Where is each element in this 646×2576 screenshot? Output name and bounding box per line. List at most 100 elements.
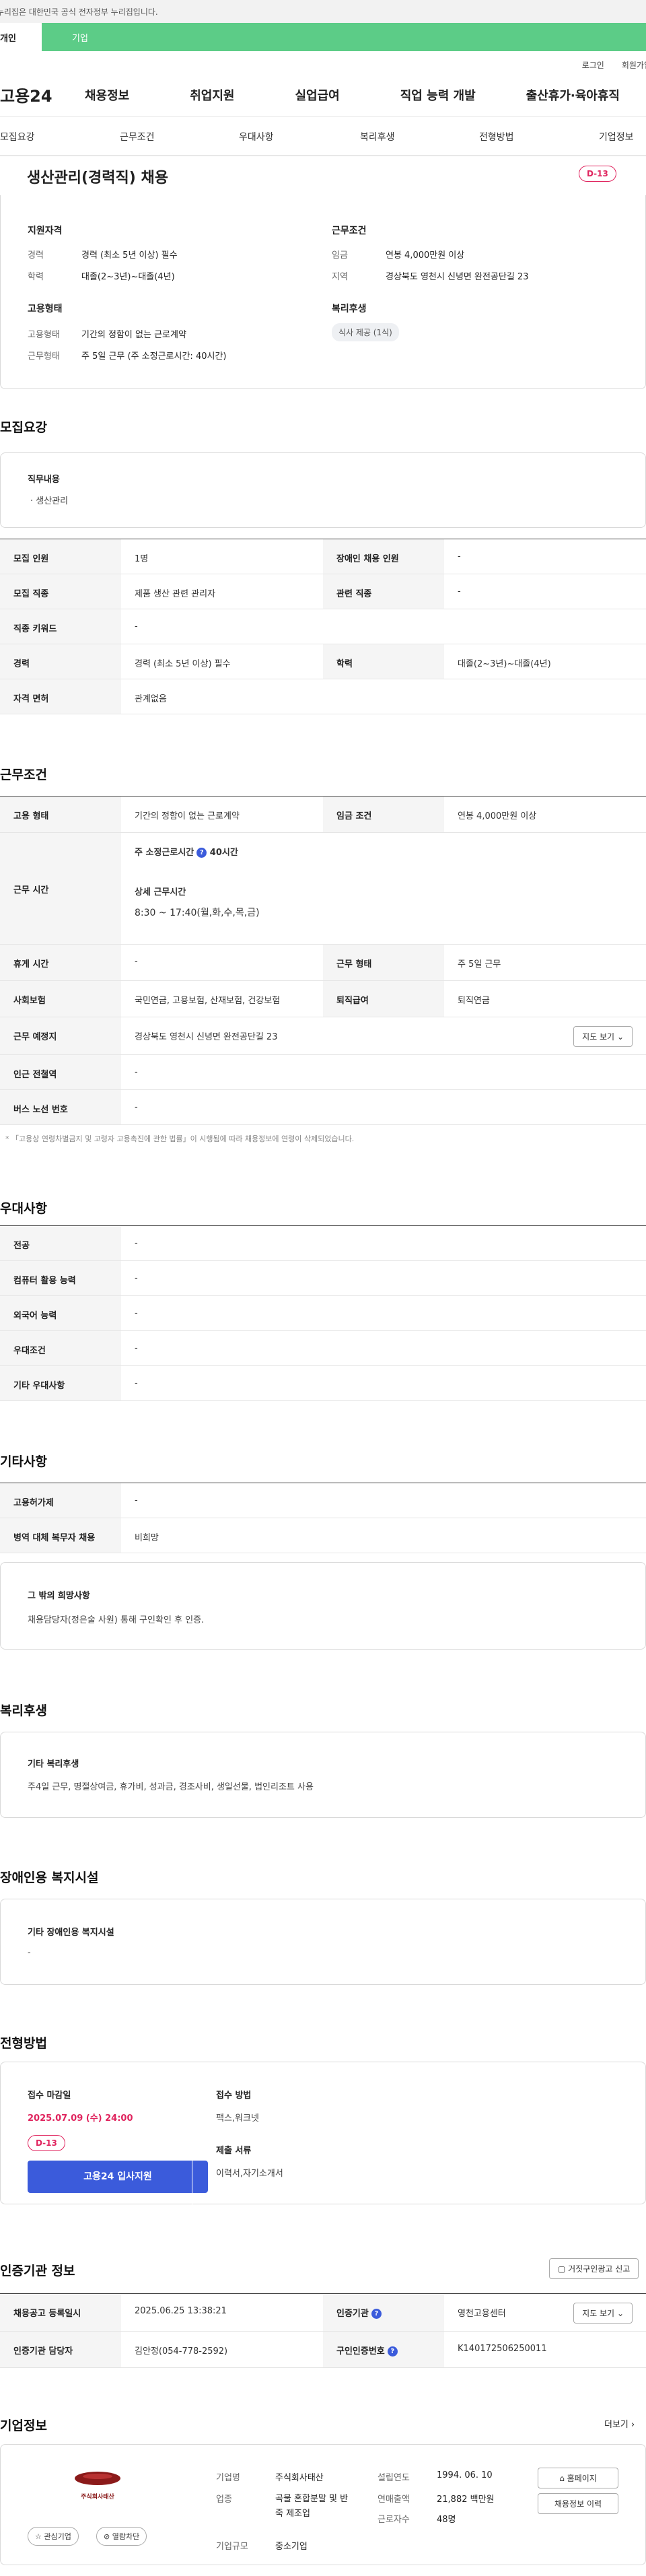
cert-table: 채용공고 등록일시 2025.06.25 13:38:21 인증기관? 영천고용센터 … — [0, 2293, 646, 2368]
worktype-label: 근무형태 — [28, 351, 60, 362]
deadline-value: 2025.07.09 (수) 24:00 — [28, 2113, 133, 2124]
lnb-preferences[interactable]: 우대사항 — [239, 130, 274, 143]
table-row: 병역 대체 복무자 채용 비희망 — [0, 1518, 646, 1553]
table-row: 근무 시간 주 소정근로시간? 40시간 상세 근무시간 8:30 ~ 17:4… — [0, 833, 646, 945]
disabled-card-title: 기타 장애인용 복지시설 — [28, 1928, 114, 1938]
job-summary-card: 지원자격 경력 경력 (최소 5년 이상) 필수 학력 대졸(2~3년)~대졸(… — [0, 195, 646, 389]
top-tabs: 개인 기업 — [0, 23, 646, 51]
more-link[interactable]: 더보기 › — [604, 2417, 635, 2430]
industry-label: 업종 — [216, 2495, 232, 2505]
method-value: 팩스,워크넷 — [216, 2113, 259, 2124]
report-button[interactable]: ▢ 거짓구인광고 신고 — [549, 2258, 639, 2279]
block-button[interactable]: ⊘ 열람차단 — [96, 2527, 147, 2546]
wish-card: 그 밖의 희망사항 채용담당자(정은술 사원) 통해 구인확인 후 인증. — [0, 1562, 646, 1650]
table-row: 모집 인원 1명 장애인 채용 인원 - — [0, 539, 646, 574]
sales-value: 21,882 백만원 — [437, 2495, 495, 2505]
gnb-unemployment-benefit[interactable]: 실업급여 — [295, 86, 340, 104]
work-title: 근무조건 — [332, 226, 367, 236]
gnb-job-info[interactable]: 채용정보 — [85, 86, 129, 104]
welfare-card-title: 기타 복리후생 — [28, 1759, 79, 1769]
tab-business[interactable]: 기업 — [42, 23, 646, 51]
company-logo: 주식회사태산 — [57, 2469, 138, 2503]
industry-value: 곡물 혼합분말 및 반죽 제조업 — [275, 2494, 349, 2519]
table-row: 직종 키워드 - — [0, 609, 646, 644]
home-icon: ⌂ — [559, 2474, 565, 2483]
table-row: 자격 면허 관계없음 — [0, 679, 646, 714]
map-button[interactable]: 지도 보기 ⌄ — [573, 1026, 633, 1047]
job-title: 생산관리(경력직) 채용 — [27, 170, 168, 187]
help-icon[interactable]: ? — [196, 848, 207, 858]
disabled-text: - — [28, 1948, 31, 1958]
worktype-value: 주 5일 근무 (주 소정근로시간: 40시간) — [81, 351, 227, 362]
emp-title: 고용형태 — [28, 304, 63, 314]
conditions-table: 고용 형태 기간의 정함이 없는 근로계약 임금 조건 연봉 4,000만원 이상 근… — [0, 796, 646, 1125]
chevron-right-icon: › — [631, 2420, 635, 2430]
help-icon[interactable]: ? — [371, 2309, 382, 2319]
docs-title: 제출 서류 — [216, 2146, 252, 2156]
deadline-title: 접수 마감일 — [28, 2091, 71, 2101]
global-nav: 고용24 채용정보 취업지원 실업급여 직업 능력 개발 출산휴가·육아휴직 — [0, 73, 646, 117]
conditions-section-title: 근무조건 — [0, 768, 47, 782]
lnb-conditions[interactable]: 근무조건 — [120, 130, 155, 143]
company-card: 주식회사태산 ☆ 관심기업 ⊘ 열람차단 기업명 주식회사태산 업종 곡물 혼합… — [0, 2444, 646, 2565]
lnb-process[interactable]: 전형방법 — [479, 130, 514, 143]
emptype-value: 기간의 정함이 없는 근로계약 — [81, 330, 186, 340]
size-label: 기업규모 — [216, 2542, 248, 2552]
recruit-table: 모집 인원 1명 장애인 채용 인원 - 모집 직종 제품 생산 관련 관리자 관련 직종… — [0, 539, 646, 714]
favorite-button[interactable]: ☆ 관심기업 — [28, 2527, 79, 2546]
etc-table: 고용허가제 - 병역 대체 복무자 채용 비희망 — [0, 1483, 646, 1553]
cert-map-button[interactable]: 지도 보기 ⌄ — [573, 2303, 633, 2324]
method-title: 접수 방법 — [216, 2091, 252, 2101]
table-row: 고용허가제 - — [0, 1483, 646, 1518]
recruit-section-title: 모집요강 — [0, 420, 47, 435]
lnb-recruit[interactable]: 모집요강 — [0, 130, 35, 143]
sales-label: 연매출액 — [378, 2495, 410, 2505]
gnb-skill-development[interactable]: 직업 능력 개발 — [400, 86, 476, 104]
table-row: 외국어 능력 - — [0, 1296, 646, 1331]
duty-item: · 생산관리 — [30, 496, 69, 506]
hours-week: 주 소정근로시간? 40시간 — [135, 848, 238, 858]
gnb-parental-leave[interactable]: 출산휴가·육아휴직 — [526, 86, 620, 104]
star-icon: ☆ — [35, 2532, 42, 2541]
company-section-title: 기업정보 — [0, 2418, 47, 2433]
employees-value: 48명 — [437, 2515, 456, 2525]
gnb-employment-support[interactable]: 취업지원 — [190, 86, 234, 104]
site-logo[interactable]: 고용24 — [0, 83, 67, 106]
table-row: 우대조건 - — [0, 1331, 646, 1366]
section-nav: 모집요강 근무조건 우대사항 복리후생 전형방법 기업정보 — [0, 117, 646, 156]
table-row: 컴퓨터 활용 능력 - — [0, 1261, 646, 1296]
company-name-label: 기업명 — [216, 2473, 240, 2483]
table-row: 전공 - — [0, 1226, 646, 1261]
cert-section-title: 인증기관 정보 — [0, 2264, 75, 2278]
wage-value: 연봉 4,000만원 이상 — [386, 250, 465, 261]
login-link[interactable]: 로그인 — [582, 61, 604, 70]
lnb-welfare[interactable]: 복리후생 — [360, 130, 395, 143]
process-section-title: 전형방법 — [0, 2036, 47, 2051]
apply-button[interactable]: 고용24 입사지원 — [28, 2161, 208, 2193]
size-value: 중소기업 — [275, 2542, 308, 2552]
wish-text: 채용담당자(정은술 사원) 통해 구인확인 후 인증. — [28, 1615, 205, 1625]
history-button[interactable]: 채용정보 이력 — [538, 2493, 618, 2514]
company-name: 주식회사태산 — [275, 2473, 324, 2483]
welfare-text: 주4일 근무, 명절상여금, 휴가비, 성과금, 경조사비, 생일선물, 법인리… — [28, 1782, 314, 1792]
join-link[interactable]: 회원가입 — [622, 61, 646, 70]
age-notice: * 「고용상 연령차별금지 및 고령자 고용촉진에 관한 법률」이 시행됨에 따… — [5, 1134, 355, 1143]
tab-personal[interactable]: 개인 — [0, 23, 42, 51]
lnb-company[interactable]: 기업정보 — [599, 130, 634, 143]
block-icon: ⊘ — [104, 2532, 110, 2541]
career-label: 경력 — [28, 250, 44, 261]
etc-section-title: 기타사항 — [0, 1454, 47, 1469]
welfare-section-title: 복리후생 — [0, 1703, 47, 1718]
homepage-button[interactable]: ⌂ 홈페이지 — [538, 2468, 618, 2488]
welfare-tag: 식사 제공 (1식) — [332, 323, 399, 341]
company-logo-graphic — [75, 2472, 120, 2485]
wage-label: 임금 — [332, 250, 348, 261]
prefer-section-title: 우대사항 — [0, 1201, 47, 1216]
help-icon[interactable]: ? — [387, 2346, 398, 2357]
welfare-card: 기타 복리후생 주4일 근무, 명절상여금, 휴가비, 성과금, 경조사비, 생… — [0, 1732, 646, 1818]
report-icon: ▢ — [558, 2264, 566, 2274]
edu-label: 학력 — [28, 272, 44, 282]
table-row: 모집 직종 제품 생산 관련 관리자 관련 직종 - — [0, 574, 646, 609]
docs-value: 이력서,자기소개서 — [216, 2169, 283, 2179]
career-value: 경력 (최소 5년 이상) 필수 — [81, 250, 178, 261]
